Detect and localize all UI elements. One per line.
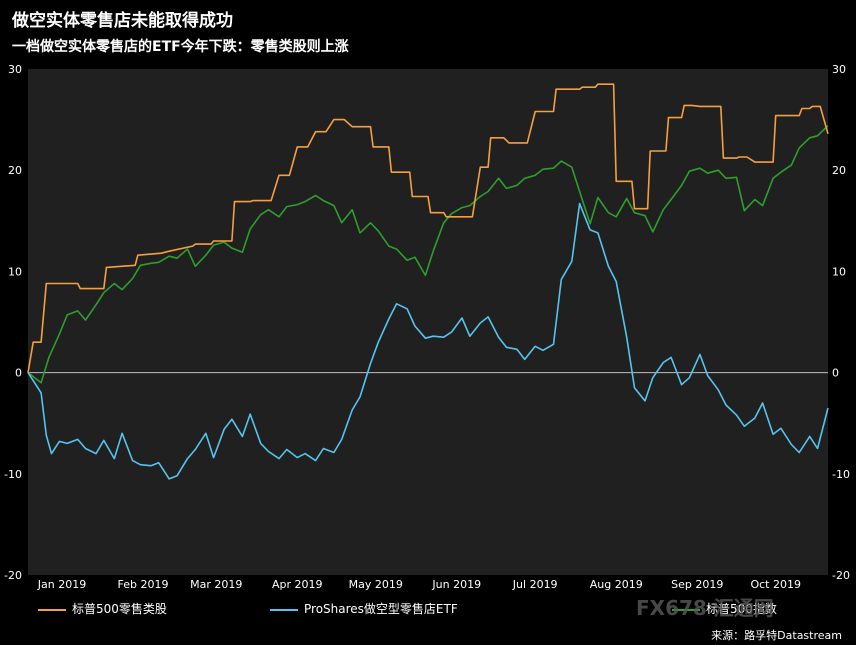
y-tick-label-left: 10 — [8, 265, 22, 278]
x-tick-label: Jun 2019 — [431, 578, 481, 591]
y-tick-label-left: 30 — [8, 63, 22, 76]
x-tick-label: May 2019 — [349, 578, 403, 591]
x-tick-label: Oct 2019 — [750, 578, 801, 591]
y-tick-label-left: -10 — [4, 468, 22, 481]
y-tick-label-right: 20 — [832, 164, 846, 177]
source-note: 来源：路孚特Datastream — [711, 629, 842, 642]
plot-area — [28, 69, 828, 575]
x-tick-label: Feb 2019 — [118, 578, 169, 591]
y-tick-label-left: -20 — [4, 569, 22, 582]
watermark-logo: FX678 汇通网 — [636, 596, 774, 620]
legend-swatch-etf — [270, 608, 298, 611]
x-tick-label: Sep 2019 — [671, 578, 723, 591]
x-tick-label: Jul 2019 — [512, 578, 558, 591]
y-tick-label-left: 0 — [15, 367, 22, 380]
y-tick-label-left: 20 — [8, 164, 22, 177]
y-tick-label-right: 10 — [832, 265, 846, 278]
y-tick-label-right: -10 — [832, 468, 850, 481]
x-tick-label: Mar 2019 — [190, 578, 242, 591]
legend-item-etf: ProShares做空型零售店ETF — [270, 600, 458, 617]
legend-label-retail: 标普500零售类股 — [72, 602, 167, 616]
legend-swatch-retail — [38, 608, 66, 611]
legend-item-retail: 标普500零售类股 — [38, 600, 167, 617]
y-tick-label-right: 0 — [832, 367, 839, 380]
x-tick-label: Aug 2019 — [590, 578, 643, 591]
x-tick-label: Apr 2019 — [272, 578, 323, 591]
y-tick-label-right: 30 — [832, 63, 846, 76]
legend-label-etf: ProShares做空型零售店ETF — [304, 602, 458, 616]
x-tick-label: Jan 2019 — [37, 578, 86, 591]
y-tick-label-right: -20 — [832, 569, 850, 582]
chart-canvas: -20 -20 -10 -10 0 0 10 10 20 20 30 30 Jan 2019 Feb 20… — [4, 63, 850, 591]
